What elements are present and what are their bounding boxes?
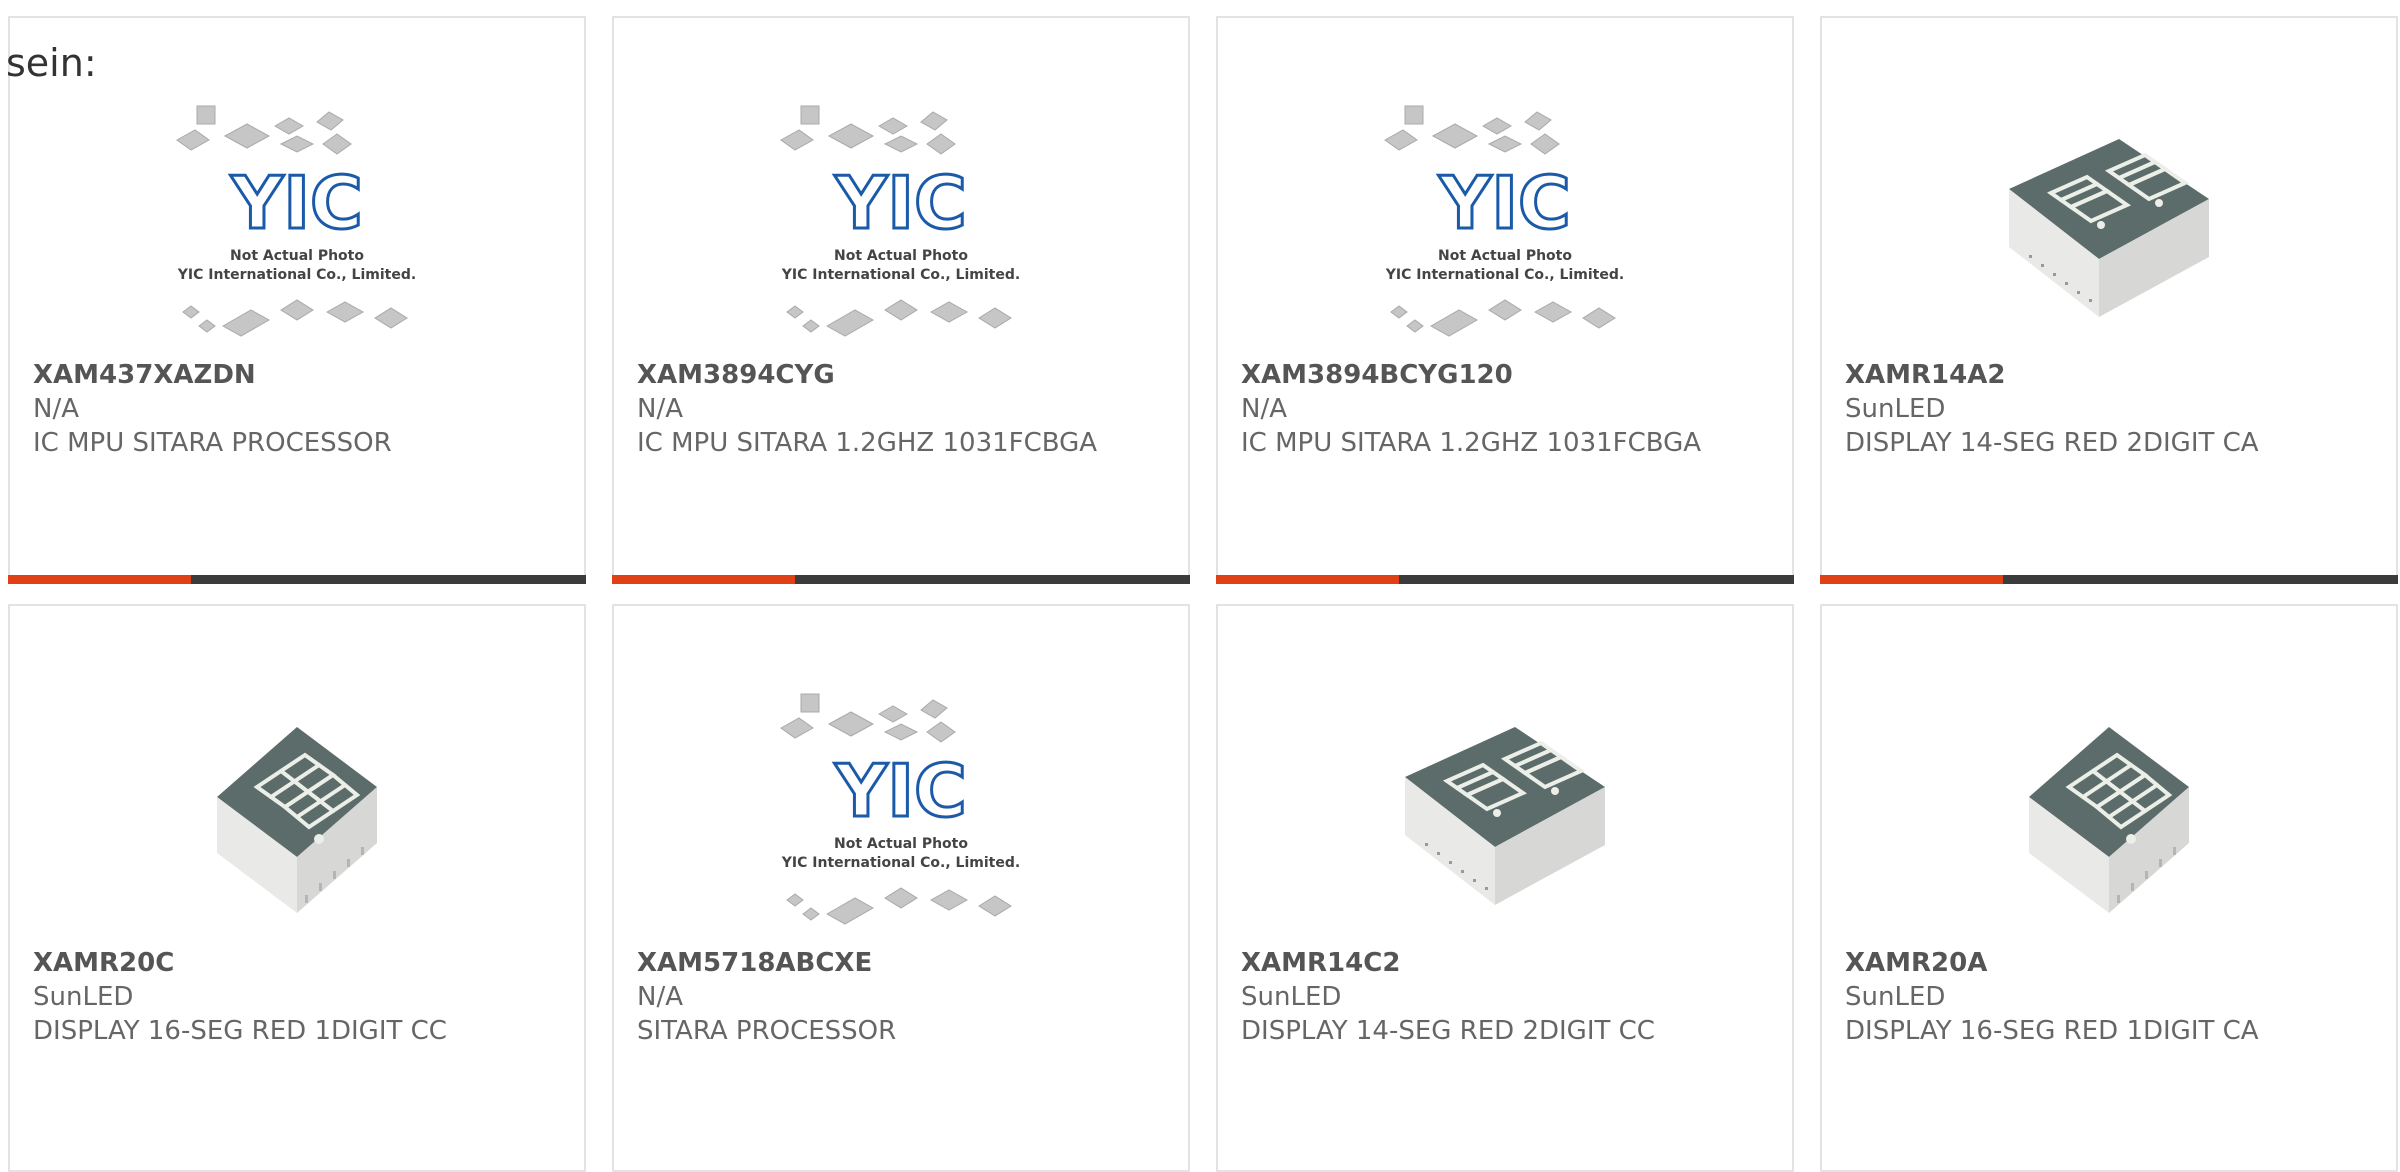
brand-name: N/A — [1241, 394, 1287, 424]
part-number[interactable]: XAMR14A2 — [1845, 358, 2376, 392]
product-image-display[interactable] — [1822, 100, 2396, 358]
product-card[interactable]: YIC Not Actual Photo YIC International C… — [612, 604, 1190, 1172]
image-caption-line1: Not Actual Photo — [230, 248, 364, 264]
brand-name: N/A — [637, 982, 683, 1012]
yic-logo-text: YIC — [230, 161, 363, 245]
image-caption-line2: YIC International Co., Limited. — [781, 855, 1020, 871]
product-image-placeholder[interactable]: YIC Not Actual Photo YIC International C… — [1218, 100, 1792, 358]
image-caption-line1: Not Actual Photo — [834, 248, 968, 264]
product-image-placeholder[interactable]: YIC Not Actual Photo YIC International C… — [614, 100, 1188, 358]
image-caption-line2: YIC International Co., Limited. — [781, 267, 1020, 283]
product-description: SITARA PROCESSOR — [637, 1016, 897, 1046]
product-description: DISPLAY 16-SEG RED 1DIGIT CA — [1845, 1016, 2259, 1046]
product-card[interactable]: YIC Not Actual Photo YIC International C… — [612, 16, 1190, 584]
image-caption-line2: YIC International Co., Limited. — [1385, 267, 1624, 283]
product-description: DISPLAY 14-SEG RED 2DIGIT CA — [1845, 428, 2259, 458]
product-card[interactable]: XAMR20A SunLED DISPLAY 16-SEG RED 1DIGIT… — [1820, 604, 2398, 1172]
brand-name: SunLED — [1845, 982, 1946, 1012]
product-card[interactable]: YIC Not Actual Photo YIC International C… — [8, 16, 586, 584]
brand-name: N/A — [637, 394, 683, 424]
product-description: IC MPU SITARA 1.2GHZ 1031FCBGA — [1241, 428, 1702, 458]
yic-logo-text: YIC — [834, 749, 967, 833]
product-image-display[interactable] — [1218, 688, 1792, 946]
intro-text: sein: — [6, 41, 97, 85]
product-description: DISPLAY 16-SEG RED 1DIGIT CC — [33, 1016, 447, 1046]
product-card[interactable]: YIC Not Actual Photo YIC International C… — [1216, 16, 1794, 584]
product-card[interactable]: XAMR14C2 SunLED DISPLAY 14-SEG RED 2DIGI… — [1216, 604, 1794, 1172]
product-description: DISPLAY 14-SEG RED 2DIGIT CC — [1241, 1016, 1655, 1046]
card-accent-bar — [8, 575, 191, 584]
yic-logo-text: YIC — [834, 161, 967, 245]
product-card[interactable]: XAMR20C SunLED DISPLAY 16-SEG RED 1DIGIT… — [8, 604, 586, 1172]
product-description: IC MPU SITARA 1.2GHZ 1031FCBGA — [637, 428, 1098, 458]
part-number[interactable]: XAM5718ABCXE — [637, 946, 1168, 980]
product-image-display[interactable] — [1822, 688, 2396, 946]
part-number[interactable]: XAMR20A — [1845, 946, 2376, 980]
part-number[interactable]: XAMR20C — [33, 946, 564, 980]
product-image-display[interactable] — [10, 688, 584, 946]
card-bottom-bar — [1216, 575, 1794, 584]
product-card[interactable]: XAMR14A2 SunLED DISPLAY 14-SEG RED 2DIGI… — [1820, 16, 2398, 584]
part-number[interactable]: XAM437XAZDN — [33, 358, 564, 392]
product-description: IC MPU SITARA PROCESSOR — [33, 428, 392, 458]
part-number[interactable]: XAM3894BCYG120 — [1241, 358, 1772, 392]
brand-name: SunLED — [1845, 394, 1946, 424]
product-grid: YIC Not Actual Photo YIC International C… — [8, 16, 2398, 1172]
card-accent-bar — [1216, 575, 1399, 584]
product-image-placeholder[interactable]: YIC Not Actual Photo YIC International C… — [614, 688, 1188, 946]
card-accent-bar — [1820, 575, 2003, 584]
part-number[interactable]: XAM3894CYG — [637, 358, 1168, 392]
card-bottom-bar — [8, 575, 586, 584]
card-accent-bar — [612, 575, 795, 584]
card-bottom-bar — [612, 575, 1190, 584]
image-caption-line1: Not Actual Photo — [834, 836, 968, 852]
card-bottom-bar — [1820, 575, 2398, 584]
part-number[interactable]: XAMR14C2 — [1241, 946, 1772, 980]
image-caption-line1: Not Actual Photo — [1438, 248, 1572, 264]
product-image-placeholder[interactable]: YIC Not Actual Photo YIC International C… — [10, 100, 584, 358]
brand-name: SunLED — [33, 982, 134, 1012]
image-caption-line2: YIC International Co., Limited. — [177, 267, 416, 283]
brand-name: N/A — [33, 394, 79, 424]
yic-logo-text: YIC — [1438, 161, 1571, 245]
brand-name: SunLED — [1241, 982, 1342, 1012]
